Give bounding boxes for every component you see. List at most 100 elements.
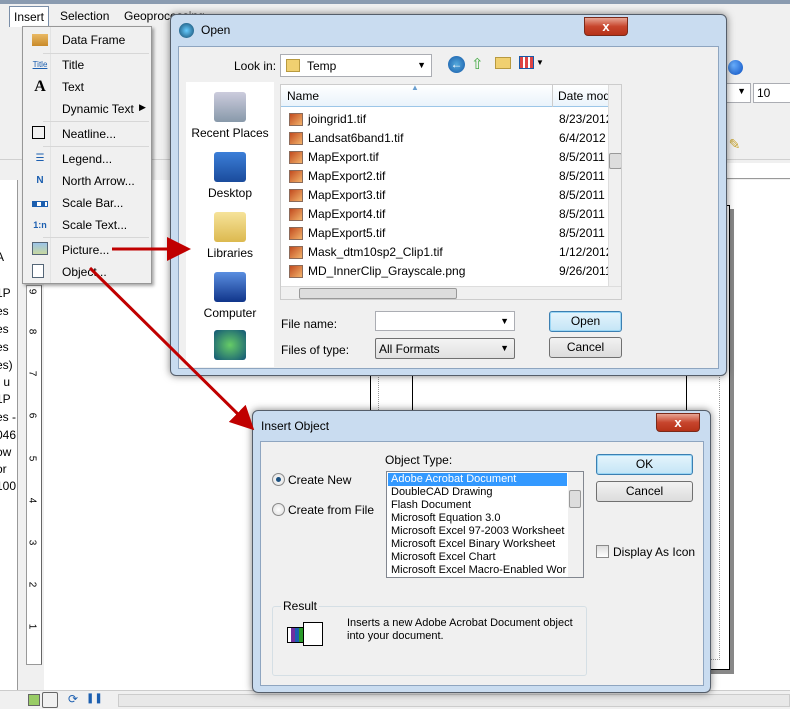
display-as-icon-label[interactable]: Display As Icon — [613, 545, 695, 559]
object-type-item[interactable]: Microsoft Excel 97-2003 Worksheet — [388, 525, 567, 538]
object-type-item[interactable]: DoubleCAD Drawing — [388, 486, 567, 499]
insert-object-body: Create New Create from File Object Type:… — [260, 441, 704, 686]
insert-menu: Data Frame Title Title A Text Dynamic Text… — [22, 26, 152, 284]
files-of-type-label: Files of type: — [281, 343, 350, 357]
menu-selection[interactable]: Selection — [60, 9, 109, 23]
place-libraries[interactable]: Libraries — [186, 212, 274, 260]
file-row[interactable]: joingrid1.tif 8/23/2012 — [287, 110, 617, 129]
object-type-item[interactable]: Adobe Acrobat Document — [388, 473, 567, 486]
close-button[interactable]: x — [656, 413, 700, 432]
file-row[interactable]: Landsat6band1.tif 6/4/2012 — [287, 129, 617, 148]
object-type-item[interactable]: Microsoft Excel Chart — [388, 551, 567, 564]
table-of-contents: A - 1P es es es es) - u 1P es - 046 ow o… — [0, 180, 18, 690]
recent-places-icon — [214, 92, 246, 122]
create-from-file-label[interactable]: Create from File — [288, 503, 374, 517]
text-icon: A — [34, 78, 46, 95]
menu-item-text[interactable]: A Text — [34, 76, 171, 98]
place-network[interactable] — [186, 330, 274, 364]
scale-text-icon: 1:n — [33, 220, 47, 230]
menu-item-dynamic-text[interactable]: Dynamic Text ▶ — [43, 98, 171, 120]
dialog-title: Open — [201, 23, 231, 37]
pause-icon[interactable]: ❚❚ — [86, 693, 103, 704]
file-row[interactable]: Mask_dtm10sp2_Clip1.tif 1/12/2012 — [287, 243, 617, 262]
horizontal-scrollbar[interactable] — [281, 286, 621, 299]
image-file-icon — [289, 208, 303, 221]
layout-view-icon[interactable] — [42, 692, 58, 708]
data-frame-icon — [32, 34, 48, 46]
image-file-icon — [289, 151, 303, 164]
up-folder-icon[interactable]: ⇧ — [471, 55, 484, 73]
file-name-label: File name: — [281, 317, 338, 331]
object-type-list[interactable]: Adobe Acrobat Document DoubleCAD Drawing F… — [386, 471, 584, 578]
menu-insert[interactable]: Insert — [9, 6, 50, 27]
place-computer[interactable]: Computer — [186, 272, 274, 320]
vertical-ruler: 9 8 7 6 5 4 3 2 1 — [26, 285, 42, 665]
scrollbar-thumb[interactable] — [609, 153, 621, 169]
document-icon — [303, 622, 323, 646]
menu-item-object[interactable]: Object... — [32, 261, 171, 283]
horizontal-scrollbar[interactable] — [118, 694, 790, 707]
globe-icon[interactable] — [728, 60, 743, 75]
menu-item-scale-bar[interactable]: Scale Bar... — [32, 192, 171, 214]
cancel-button[interactable]: Cancel — [596, 481, 693, 502]
view-menu-icon[interactable] — [519, 56, 534, 69]
files-of-type-select[interactable]: All Formats ▼ — [375, 338, 515, 359]
look-in-combo[interactable]: Temp ▼ — [280, 54, 432, 77]
object-icon — [32, 264, 44, 278]
ok-button[interactable]: OK — [596, 454, 693, 475]
back-icon[interactable]: ← — [448, 56, 465, 73]
dialog-title: Insert Object — [261, 419, 330, 433]
network-icon — [214, 330, 246, 360]
file-row[interactable]: MapExport5.tif 8/5/2011 — [287, 224, 617, 243]
create-from-file-radio[interactable] — [272, 503, 285, 516]
menu-item-title[interactable]: Title Title — [33, 54, 171, 76]
view-dropdown-icon[interactable]: ▼ — [536, 58, 544, 67]
open-dialog: Open x Look in: Temp ▼ ← ⇧ ▼ Recent Plac… — [170, 14, 727, 376]
menu-item-neatline[interactable]: Neatline... — [32, 123, 171, 145]
cancel-button[interactable]: Cancel — [549, 337, 622, 358]
chevron-down-icon: ▼ — [500, 316, 509, 326]
app-icon — [179, 23, 194, 38]
object-type-item[interactable]: Flash Document — [388, 499, 567, 512]
vertical-scrollbar[interactable] — [568, 472, 583, 577]
create-new-radio[interactable] — [272, 473, 285, 486]
object-type-item[interactable]: Microsoft Excel Macro-Enabled Work — [388, 564, 567, 577]
file-row[interactable]: MapExport2.tif 8/5/2011 — [287, 167, 617, 186]
sort-ascending-icon: ▲ — [411, 84, 419, 92]
create-new-label[interactable]: Create New — [288, 473, 351, 487]
chevron-down-icon: ▼ — [417, 60, 426, 70]
object-type-item[interactable]: Microsoft Equation 3.0 — [388, 512, 567, 525]
refresh-icon[interactable]: ⟳ — [68, 692, 78, 706]
scrollbar-thumb[interactable] — [299, 288, 457, 299]
file-list[interactable]: Name ▲ Date modified joingrid1.tif8/23/2… — [280, 84, 622, 300]
new-folder-icon[interactable] — [495, 57, 511, 69]
close-button[interactable]: x — [584, 17, 628, 36]
image-file-icon — [289, 246, 303, 259]
title-icon: Title — [32, 60, 48, 69]
place-recent[interactable]: Recent Places — [186, 92, 274, 140]
computer-icon — [214, 272, 246, 302]
image-file-icon — [289, 113, 303, 126]
object-type-item[interactable]: Microsoft Excel Binary Worksheet — [388, 538, 567, 551]
open-button[interactable]: Open — [549, 311, 622, 332]
file-row[interactable]: MD_InnerClip_Grayscale.png 9/26/2011 — [287, 262, 617, 281]
desktop-icon — [214, 152, 246, 182]
vertical-scrollbar[interactable] — [608, 85, 621, 287]
data-view-icon[interactable] — [28, 694, 40, 706]
scrollbar-thumb[interactable] — [569, 490, 581, 508]
menu-item-picture[interactable]: Picture... — [32, 239, 171, 261]
chevron-down-icon: ▼ — [500, 343, 509, 353]
file-name-input[interactable]: ▼ — [375, 311, 515, 331]
result-text: Inserts a new Adobe Acrobat Document obj… — [347, 617, 573, 642]
font-size-combo[interactable]: 10 — [753, 83, 790, 103]
menu-item-data-frame[interactable]: Data Frame — [32, 29, 171, 51]
menu-item-north-arrow[interactable]: N North Arrow... — [36, 170, 171, 192]
menu-item-scale-text[interactable]: 1:n Scale Text... — [33, 214, 171, 236]
place-desktop[interactable]: Desktop — [186, 152, 274, 200]
file-row[interactable]: MapExport3.tif 8/5/2011 — [287, 186, 617, 205]
display-as-icon-checkbox[interactable] — [596, 545, 609, 558]
file-row[interactable]: MapExport.tif 8/5/2011 — [287, 148, 617, 167]
file-row[interactable]: MapExport4.tif 8/5/2011 — [287, 205, 617, 224]
menu-item-legend[interactable]: ☰ Legend... — [36, 148, 171, 170]
column-name[interactable]: Name — [287, 89, 319, 103]
